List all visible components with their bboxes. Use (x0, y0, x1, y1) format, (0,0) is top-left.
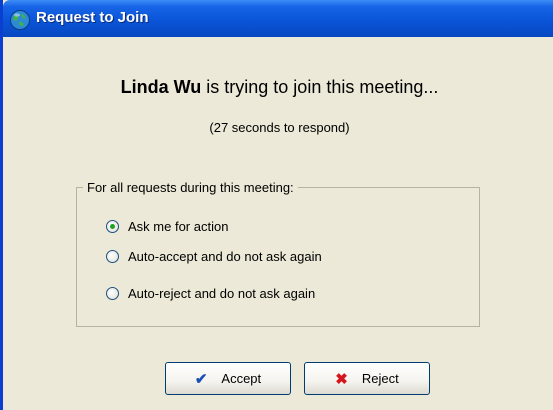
option-ask-me[interactable]: Ask me for action (106, 219, 228, 234)
request-to-join-dialog: Request to Join Linda Wu is trying to jo… (0, 0, 553, 410)
dialog-title: Request to Join (36, 9, 149, 26)
radio-button[interactable] (106, 250, 119, 263)
radio-button[interactable] (106, 287, 119, 300)
reject-button[interactable]: ✖ Reject (304, 362, 430, 395)
accept-button[interactable]: ✔ Accept (165, 362, 291, 395)
option-auto-accept[interactable]: Auto-accept and do not ask again (106, 249, 322, 264)
option-label: Auto-accept and do not ask again (128, 249, 322, 264)
accept-button-label: Accept (221, 371, 262, 386)
join-request-message: Linda Wu is trying to join this meeting.… (3, 77, 553, 98)
join-request-text: is trying to join this meeting... (201, 77, 439, 97)
globe-icon (9, 9, 31, 31)
reject-button-label: Reject (361, 371, 399, 386)
radio-button[interactable] (106, 220, 119, 233)
option-auto-reject[interactable]: Auto-reject and do not ask again (106, 286, 315, 301)
option-label: Auto-reject and do not ask again (128, 286, 316, 301)
title-bar[interactable]: Request to Join (3, 0, 553, 37)
x-icon: ✖ (335, 370, 348, 388)
checkmark-icon: ✔ (194, 370, 208, 388)
response-countdown: (27 seconds to respond) (209, 120, 350, 135)
requester-name: Linda Wu (120, 77, 202, 97)
options-group-label: For all requests during this meeting: (83, 180, 298, 195)
option-label: Ask me for action (128, 219, 229, 234)
